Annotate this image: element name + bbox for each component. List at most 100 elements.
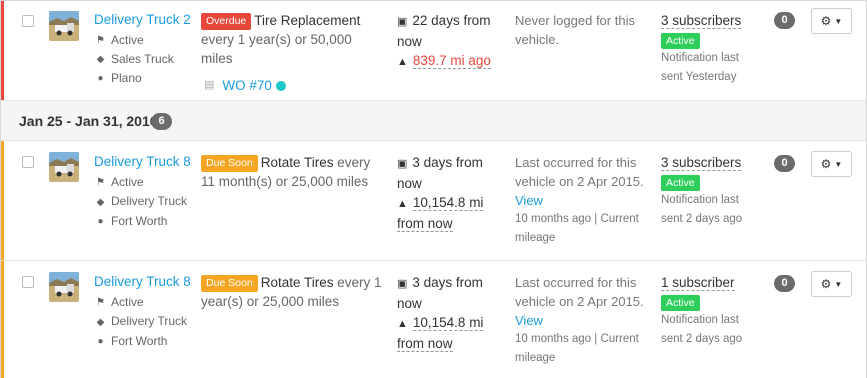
vehicle-status: Active — [111, 295, 144, 309]
vehicle-location: Fort Worth — [111, 214, 168, 228]
vehicle-group: Sales Truck — [111, 52, 174, 66]
last-completed: Last occurred for this vehicle on 2 Apr … — [515, 153, 650, 248]
due-time: 3 days from now — [397, 275, 483, 311]
row-checkbox[interactable] — [22, 276, 34, 288]
vehicle-meta: ⚑ Active ◆ Delivery Truck ● Fort Worth — [95, 293, 195, 351]
next-due: ▣ 3 days from now ▲ 10,154.8 mi from now — [397, 273, 507, 353]
flag-icon: ⚑ — [96, 35, 105, 46]
globe-icon: ● — [97, 336, 104, 347]
subscribers-link[interactable]: 3 subscribers — [661, 13, 742, 29]
vehicle-group: Delivery Truck — [111, 194, 188, 208]
view-link[interactable]: View — [515, 193, 543, 208]
road-icon: ▲ — [397, 318, 408, 330]
active-badge: Active — [661, 295, 700, 311]
subscribers: 3 subscribers Active Notification last s… — [661, 11, 761, 87]
globe-icon: ● — [97, 216, 104, 227]
service-task: Overdue Tire Replacement every 1 year(s) … — [201, 11, 386, 95]
due-soon-badge: Due Soon — [201, 275, 258, 292]
vehicle-thumbnail[interactable] — [49, 11, 79, 41]
calendar-icon: ▣ — [397, 278, 408, 290]
work-order-status-dot — [275, 80, 286, 91]
date-group-header: Jan 25 - Jan 31, 2016 6 — [1, 101, 866, 141]
vehicle-location: Plano — [111, 71, 142, 85]
service-task: Due Soon Rotate Tires every 11 month(s) o… — [201, 153, 386, 191]
comment-count-badge[interactable]: 0 — [774, 12, 795, 29]
vehicle-name-link[interactable]: Delivery Truck 8 — [94, 154, 191, 169]
next-due: ▣ 3 days from now ▲ 10,154.8 mi from now — [397, 153, 507, 233]
gear-icon: ⚙ — [820, 14, 832, 28]
caret-down-icon: ▼ — [834, 16, 843, 26]
group-count-badge: 6 — [151, 113, 172, 130]
vehicle-thumbnail[interactable] — [49, 272, 79, 302]
comment-count-badge[interactable]: 0 — [774, 155, 795, 172]
vehicle-status: Active — [111, 175, 144, 189]
vehicle-thumbnail[interactable] — [49, 152, 79, 182]
flag-icon: ⚑ — [96, 177, 105, 188]
road-icon: ▲ — [397, 198, 408, 210]
overdue-badge: Overdue — [201, 13, 252, 30]
row-checkbox[interactable] — [22, 156, 34, 168]
overdue-indicator-bar — [1, 1, 4, 100]
due-meter: 10,154.8 mi from now — [397, 315, 484, 352]
due-time: 3 days from now — [397, 155, 483, 191]
globe-icon: ● — [97, 73, 104, 84]
subscribers-link[interactable]: 3 subscribers — [661, 155, 742, 171]
row-actions-button[interactable]: ⚙ ▼ — [811, 8, 852, 34]
due-time: 22 days from now — [397, 13, 491, 49]
service-task-name: Rotate Tires — [260, 275, 334, 290]
view-link[interactable]: View — [515, 313, 543, 328]
vehicle-meta: ⚑ Active ◆ Sales Truck ● Plano — [95, 31, 174, 88]
comment-count-badge[interactable]: 0 — [774, 275, 795, 292]
calendar-icon: ▣ — [397, 16, 408, 28]
road-icon: ▲ — [397, 56, 408, 68]
service-task: Due Soon Rotate Tires every 1 year(s) or … — [201, 273, 386, 311]
caret-down-icon: ▼ — [834, 159, 843, 169]
table-row: Delivery Truck 2 ⚑ Active ◆ Sales Truck ● P… — [1, 1, 866, 101]
table-row: Delivery Truck 8 ⚑ Active ◆ Delivery Truck… — [1, 261, 866, 378]
tag-icon: ◆ — [96, 197, 105, 208]
last-completed-text: Last occurred for this vehicle on 2 Apr … — [515, 275, 644, 309]
last-completed-text: Never logged for this vehicle. — [515, 13, 635, 47]
notification-note: Notification last sent 2 days ago — [661, 194, 743, 225]
due-soon-indicator-bar — [1, 141, 4, 260]
work-order: ▤ WO #70 — [201, 76, 386, 95]
vehicle-name-link[interactable]: Delivery Truck 8 — [94, 274, 191, 289]
active-badge: Active — [661, 33, 700, 49]
subscribers: 1 subscriber Active Notification last se… — [661, 273, 761, 349]
next-due: ▣ 22 days from now ▲ 839.7 mi ago — [397, 11, 507, 72]
subscribers: 3 subscribers Active Notification last s… — [661, 153, 761, 229]
last-completed-note: 10 months ago | Current mileage — [515, 333, 639, 364]
vehicle-status: Active — [111, 33, 144, 47]
table-row: Delivery Truck 8 ⚑ Active ◆ Delivery Truck… — [1, 141, 866, 261]
calendar-icon: ▣ — [397, 158, 408, 170]
service-interval: every 1 year(s) or 50,000 miles — [201, 32, 352, 66]
notification-note: Notification last sent 2 days ago — [661, 314, 743, 345]
gear-icon: ⚙ — [820, 157, 832, 171]
row-actions-button[interactable]: ⚙ ▼ — [811, 151, 852, 177]
vehicle-location: Fort Worth — [111, 334, 168, 348]
flag-icon: ⚑ — [96, 297, 105, 308]
row-checkbox[interactable] — [22, 15, 34, 27]
clipboard-icon: ▤ — [204, 79, 215, 91]
work-order-link[interactable]: WO #70 — [222, 76, 272, 95]
date-range-label: Jan 25 - Jan 31, 2016 — [19, 113, 158, 129]
due-meter: 10,154.8 mi from now — [397, 195, 484, 232]
vehicle-group: Delivery Truck — [111, 314, 188, 328]
row-actions-button[interactable]: ⚙ ▼ — [811, 271, 852, 297]
tag-icon: ◆ — [96, 317, 105, 328]
vehicle-meta: ⚑ Active ◆ Delivery Truck ● Fort Worth — [95, 173, 195, 231]
subscribers-link[interactable]: 1 subscriber — [661, 275, 735, 291]
gear-icon: ⚙ — [820, 277, 832, 291]
active-badge: Active — [661, 175, 700, 191]
last-completed-text: Last occurred for this vehicle on 2 Apr … — [515, 155, 644, 189]
last-completed: Last occurred for this vehicle on 2 Apr … — [515, 273, 650, 368]
service-task-name: Tire Replacement — [254, 13, 361, 28]
due-soon-badge: Due Soon — [201, 155, 258, 172]
notification-note: Notification last sent Yesterday — [661, 52, 739, 83]
due-meter: 839.7 mi ago — [412, 53, 491, 69]
vehicle-name-link[interactable]: Delivery Truck 2 — [94, 12, 191, 27]
caret-down-icon: ▼ — [834, 279, 843, 289]
last-completed: Never logged for this vehicle. — [515, 11, 650, 49]
last-completed-note: 10 months ago | Current mileage — [515, 213, 639, 244]
due-soon-indicator-bar — [1, 261, 4, 378]
